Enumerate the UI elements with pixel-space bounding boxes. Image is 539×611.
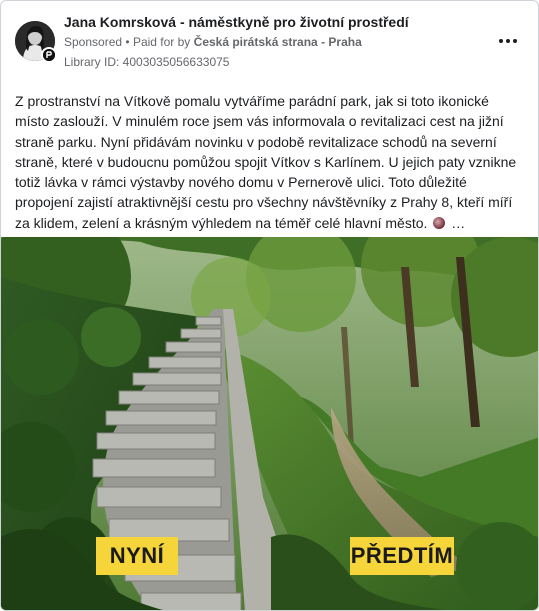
meta-separator: • <box>125 35 130 49</box>
post-text: Z prostranství na Vítkově pomalu vytváří… <box>15 93 517 231</box>
globe-emoji-icon <box>433 216 446 229</box>
library-id: Library ID: 4003035056633075 <box>64 55 230 69</box>
label-before: PŘEDTÍM <box>350 537 454 575</box>
label-now: NYNÍ <box>96 537 178 575</box>
sponsored-label: Sponsored <box>64 35 123 49</box>
paid-for-prefix: Paid for by <box>132 35 191 49</box>
post-body: Z prostranství na Vítkově pomalu vytváří… <box>15 91 525 233</box>
post-header: Jana Komrsková - náměstkyně pro životní … <box>1 1 538 79</box>
stairs-photo <box>1 237 538 610</box>
more-options-icon[interactable] <box>496 31 520 51</box>
ad-card: Jana Komrsková - náměstkyně pro životní … <box>0 0 539 611</box>
paid-for-by-link[interactable]: Česká pirátská strana - Praha <box>194 35 362 49</box>
author-name[interactable]: Jana Komrsková - náměstkyně pro životní … <box>64 14 409 30</box>
pirate-party-badge-icon <box>41 47 57 63</box>
post-image[interactable]: NYNÍ PŘEDTÍM <box>1 237 538 610</box>
sponsored-line: Sponsored • Paid for by Česká pirátská s… <box>64 35 362 49</box>
see-more-ellipsis[interactable]: … <box>451 215 465 231</box>
